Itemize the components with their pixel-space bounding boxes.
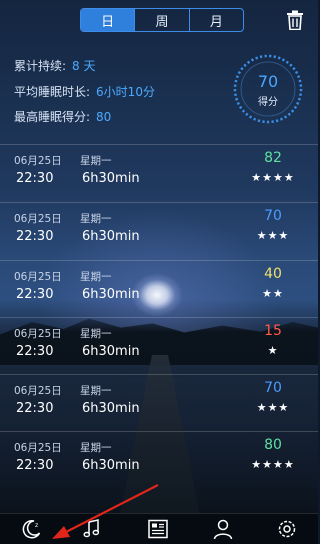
record-score: 70 (264, 380, 282, 396)
record-weekday: 星期一 (80, 385, 112, 397)
best-score-stat: 最高睡眠得分: 80 (14, 108, 111, 125)
record-duration: 6h30min (82, 344, 140, 359)
record-date: 06月25日 (14, 155, 62, 167)
avg-sleep-stat: 平均睡眠时长: 6小时10分 (14, 83, 155, 100)
record-bedtime: 22:30 (16, 401, 54, 416)
avg-sleep-label: 平均睡眠时长: (14, 85, 91, 99)
streak-stat: 累计持续: 8 天 (14, 57, 96, 74)
record-stars: ★ (267, 344, 279, 357)
tab-week[interactable]: 周 (134, 9, 188, 31)
record-bedtime: 22:30 (16, 171, 54, 186)
record-date: 06月25日 (14, 385, 62, 397)
record-score: 40 (264, 266, 282, 282)
moon-icon[interactable]: z (20, 518, 42, 540)
sleep-record-row[interactable]: 06月25日 星期一 22:30 6h30min 40 ★★ (0, 260, 318, 318)
sleep-record-row[interactable]: 06月25日 星期一 22:30 6h30min 15 ★ (0, 317, 318, 375)
streak-label: 累计持续: (14, 59, 67, 73)
report-icon[interactable] (147, 518, 169, 540)
record-weekday: 星期一 (80, 328, 112, 340)
best-score-value: 80 (96, 110, 112, 124)
svg-text:z: z (35, 522, 38, 529)
record-duration: 6h30min (82, 401, 140, 416)
tab-month[interactable]: 月 (188, 9, 243, 31)
record-duration: 6h30min (82, 171, 140, 186)
record-stars: ★★★ (256, 401, 290, 414)
tab-day[interactable]: 日 (81, 9, 135, 31)
record-bedtime: 22:30 (16, 287, 54, 302)
record-stars: ★★★ (256, 229, 290, 242)
settings-icon[interactable] (276, 518, 298, 540)
score-ring-label: 得分 (258, 97, 278, 108)
record-bedtime: 22:30 (16, 229, 54, 244)
record-weekday: 星期一 (80, 442, 112, 454)
record-date: 06月25日 (14, 328, 62, 340)
period-segmented-control: 日 周 月 (80, 8, 244, 32)
user-icon[interactable] (212, 518, 234, 540)
record-score: 15 (264, 323, 282, 339)
record-duration: 6h30min (82, 229, 140, 244)
best-score-label: 最高睡眠得分: (14, 110, 91, 124)
record-bedtime: 22:30 (16, 344, 54, 359)
sleep-record-row[interactable]: 06月25日 星期一 22:30 6h30min 70 ★★★ (0, 202, 318, 260)
trash-icon[interactable] (286, 10, 304, 30)
record-date: 06月25日 (14, 213, 62, 225)
sleep-record-row[interactable]: 06月25日 星期一 22:30 6h30min 70 ★★★ (0, 374, 318, 432)
avg-sleep-value: 6小时10分 (96, 85, 155, 99)
score-ring-value: 70 (257, 72, 279, 91)
record-duration: 6h30min (82, 458, 140, 473)
record-weekday: 星期一 (80, 155, 112, 167)
record-stars: ★★ (262, 287, 284, 300)
music-icon[interactable] (81, 518, 103, 540)
record-score: 70 (264, 208, 282, 224)
record-stars: ★★★★ (251, 458, 295, 471)
record-bedtime: 22:30 (16, 458, 54, 473)
record-score: 82 (264, 150, 282, 166)
record-date: 06月25日 (14, 442, 62, 454)
record-weekday: 星期一 (80, 213, 112, 225)
record-weekday: 星期一 (80, 271, 112, 283)
streak-value: 8 天 (72, 59, 96, 73)
sleep-record-row[interactable]: 06月25日 星期一 22:30 6h30min 80 ★★★★ (0, 431, 318, 489)
record-duration: 6h30min (82, 287, 140, 302)
bottom-nav-bar: z (0, 513, 318, 544)
record-score: 80 (264, 437, 282, 453)
sleep-record-row[interactable]: 06月25日 星期一 22:30 6h30min 82 ★★★★ (0, 144, 318, 202)
record-date: 06月25日 (14, 271, 62, 283)
record-stars: ★★★★ (251, 171, 295, 184)
